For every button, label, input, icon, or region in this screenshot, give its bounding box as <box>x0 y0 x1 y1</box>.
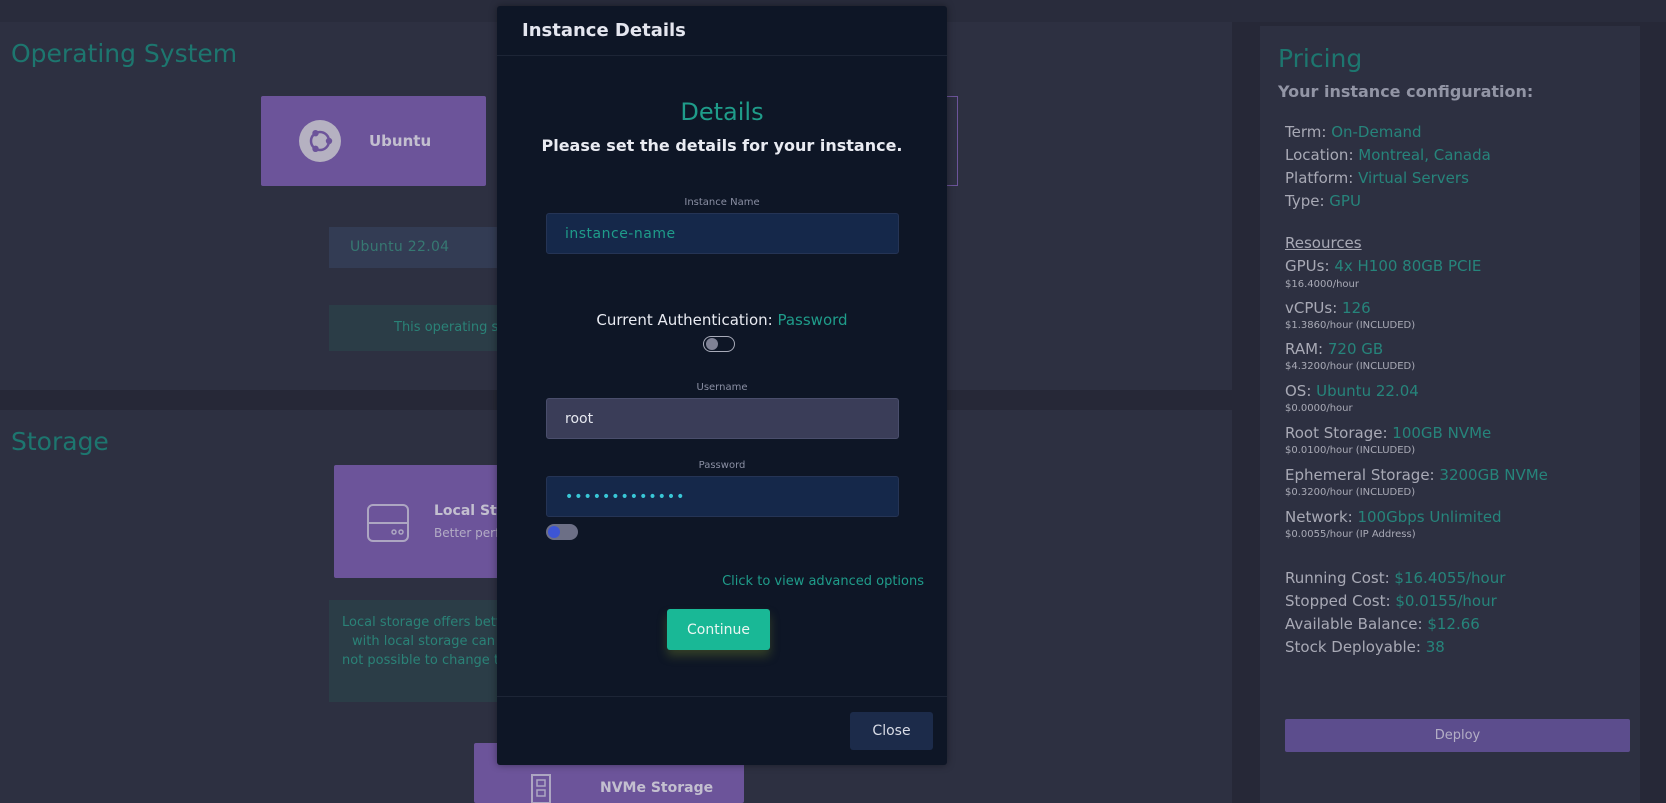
continue-button[interactable]: Continue <box>667 609 770 650</box>
modal-header: Instance Details <box>497 6 947 56</box>
instance-name-input[interactable] <box>546 213 899 254</box>
toggle-knob <box>706 338 718 350</box>
modal-description: Please set the details for your instance… <box>541 136 903 155</box>
instance-name-label: Instance Name <box>684 197 760 208</box>
modal-footer: Close <box>497 696 947 765</box>
auth-status: Current Authentication: Password <box>596 311 848 329</box>
auth-method-toggle[interactable] <box>703 336 735 352</box>
close-button[interactable]: Close <box>850 712 933 750</box>
instance-details-modal: Instance Details Details Please set the … <box>497 6 947 765</box>
username-input[interactable] <box>546 398 899 439</box>
toggle-knob <box>548 526 560 538</box>
show-password-toggle[interactable] <box>546 524 578 540</box>
password-input[interactable] <box>546 476 899 517</box>
modal-title: Instance Details <box>522 20 686 41</box>
password-label: Password <box>698 460 746 471</box>
advanced-options-link[interactable]: Click to view advanced options <box>722 574 924 589</box>
modal-heading: Details <box>680 98 764 126</box>
username-label: Username <box>696 382 748 393</box>
